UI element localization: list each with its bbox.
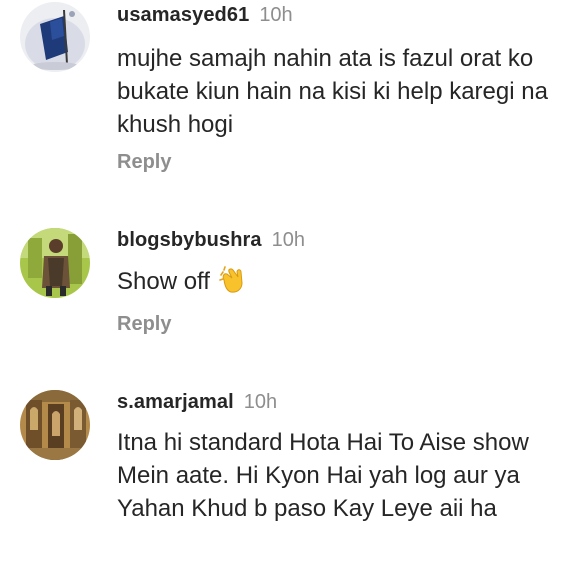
clapping-hands-icon bbox=[218, 266, 246, 303]
comment-text: Show off bbox=[117, 265, 567, 303]
comment-header: usamasyed61 10h bbox=[117, 4, 293, 27]
flag-avatar-icon bbox=[20, 2, 90, 72]
comment-text: Itna hi standard Hota Hai To Aise show M… bbox=[117, 429, 529, 522]
comment-header: s.amarjamal 10h bbox=[117, 391, 277, 414]
timestamp: 10h bbox=[243, 391, 278, 413]
reply-button[interactable]: Reply bbox=[117, 313, 171, 336]
person-photo-avatar-icon bbox=[20, 228, 90, 298]
timestamp: 10h bbox=[271, 229, 306, 251]
ornate-door-avatar-icon bbox=[20, 390, 90, 460]
comment-text-content: Show off bbox=[117, 268, 210, 295]
user-avatar[interactable] bbox=[20, 228, 90, 298]
comment-header: blogsbybushra 10h bbox=[117, 229, 305, 252]
comment-text: mujhe samajh nahin ata is fazul orat ko … bbox=[117, 45, 548, 138]
user-avatar[interactable] bbox=[20, 2, 90, 72]
username[interactable]: s.amarjamal bbox=[117, 391, 234, 413]
username[interactable]: usamasyed61 bbox=[117, 4, 249, 26]
reply-button[interactable]: Reply bbox=[117, 151, 171, 174]
username[interactable]: blogsbybushra bbox=[117, 229, 262, 251]
user-avatar[interactable] bbox=[20, 390, 90, 460]
timestamp: 10h bbox=[259, 4, 293, 26]
